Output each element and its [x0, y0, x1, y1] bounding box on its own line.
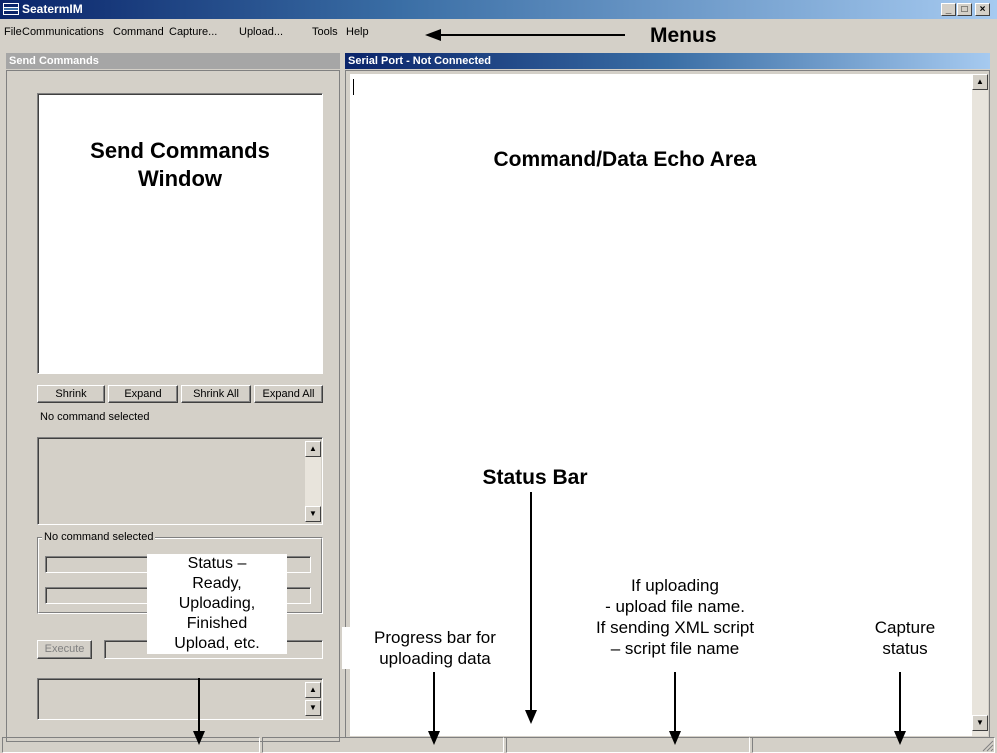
menu-upload[interactable]: Upload... — [239, 26, 283, 38]
description-scroll-down[interactable]: ▼ — [305, 506, 321, 522]
menu-file[interactable]: File — [4, 26, 22, 38]
annotation-send-commands-line1: Send Commands — [90, 138, 270, 163]
menu-capture[interactable]: Capture... — [169, 26, 217, 38]
shrink-button[interactable]: Shrink — [37, 385, 105, 403]
description-scroll-up[interactable]: ▲ — [305, 441, 321, 457]
capture-arrow-line — [899, 672, 901, 732]
shrink-all-button[interactable]: Shrink All — [181, 385, 251, 403]
progress-arrow-head — [428, 731, 440, 745]
annotation-send-commands-line2: Window — [137, 166, 223, 191]
progress-arrow-line — [433, 672, 435, 732]
close-button[interactable]: × — [975, 3, 990, 16]
annotation-status-line1: Status – — [187, 555, 247, 572]
selected-command-label: No command selected — [40, 411, 150, 423]
status-pane-state — [2, 737, 260, 753]
status-pane-filename — [506, 737, 750, 753]
response-scroll-down[interactable]: ▼ — [305, 700, 321, 716]
window-title: SeatermIM — [22, 2, 83, 16]
parameters-group-label: No command selected — [42, 531, 156, 543]
resize-grip-icon[interactable] — [982, 740, 994, 752]
annotation-capture: Capture status — [850, 617, 960, 659]
send-commands-header: Send Commands — [6, 53, 340, 69]
echo-scrollbar[interactable] — [972, 74, 988, 736]
app-icon — [3, 3, 19, 15]
annotation-uploading-line1: If uploading — [631, 576, 719, 595]
expand-all-button[interactable]: Expand All — [254, 385, 323, 403]
annotation-status-bar: Status Bar — [482, 466, 588, 489]
minimize-button[interactable]: _ — [941, 3, 956, 16]
annotation-status-line3: Uploading, — [178, 595, 256, 612]
annotation-progress: Progress bar for uploading data — [342, 627, 528, 669]
menus-arrow-head — [425, 29, 441, 41]
expand-button[interactable]: Expand — [108, 385, 178, 403]
annotation-menus: Menus — [650, 24, 717, 47]
status-pane-capture — [752, 737, 995, 753]
echo-scroll-up[interactable]: ▲ — [972, 74, 988, 90]
annotation-uploading: If uploading - upload file name. If send… — [570, 575, 780, 659]
response-box[interactable] — [37, 678, 323, 720]
annotation-status-line4: Finished — [186, 615, 248, 632]
annotation-send-commands-window: Send Commands Window — [37, 137, 323, 193]
command-description-box[interactable] — [37, 437, 323, 525]
annotation-progress-line2: uploading data — [379, 649, 491, 668]
menu-tools[interactable]: Tools — [312, 26, 338, 38]
menu-communications[interactable]: Communications — [22, 26, 104, 38]
annotation-status: Status – Ready, Uploading, Finished Uplo… — [147, 554, 287, 654]
menu-command[interactable]: Command — [113, 26, 164, 38]
filename-arrow-line — [674, 672, 676, 732]
serial-port-header: Serial Port - Not Connected — [345, 53, 990, 69]
status-pane-progress — [262, 737, 504, 753]
annotation-capture-line2: status — [882, 639, 928, 658]
execute-button[interactable]: Execute — [37, 640, 92, 659]
annotation-status-line5: Upload, etc. — [174, 635, 260, 652]
annotation-echo-area: Command/Data Echo Area — [493, 148, 757, 171]
capture-arrow-head — [894, 731, 906, 745]
annotation-uploading-line2: - upload file name. — [605, 597, 745, 616]
filename-arrow-head — [669, 731, 681, 745]
send-commands-tree[interactable] — [37, 93, 323, 374]
menu-help[interactable]: Help — [346, 26, 369, 38]
title-bar — [0, 0, 997, 19]
status-arrow-head — [193, 731, 205, 745]
annotation-uploading-line3: If sending XML script — [595, 618, 755, 637]
maximize-button[interactable]: □ — [957, 3, 972, 16]
annotation-status-line2: Ready, — [192, 575, 242, 592]
status-arrow-line — [198, 678, 200, 732]
annotation-capture-line1: Capture — [874, 618, 936, 637]
annotation-uploading-line4: – script file name — [610, 639, 740, 658]
status-bar-arrow-line — [530, 492, 532, 711]
menus-arrow-line — [440, 34, 625, 36]
annotation-progress-line1: Progress bar for — [374, 628, 496, 647]
status-bar-arrow-head — [525, 710, 537, 724]
response-scroll-up[interactable]: ▲ — [305, 682, 321, 698]
text-caret — [353, 79, 354, 95]
echo-scroll-down[interactable]: ▼ — [972, 715, 988, 731]
